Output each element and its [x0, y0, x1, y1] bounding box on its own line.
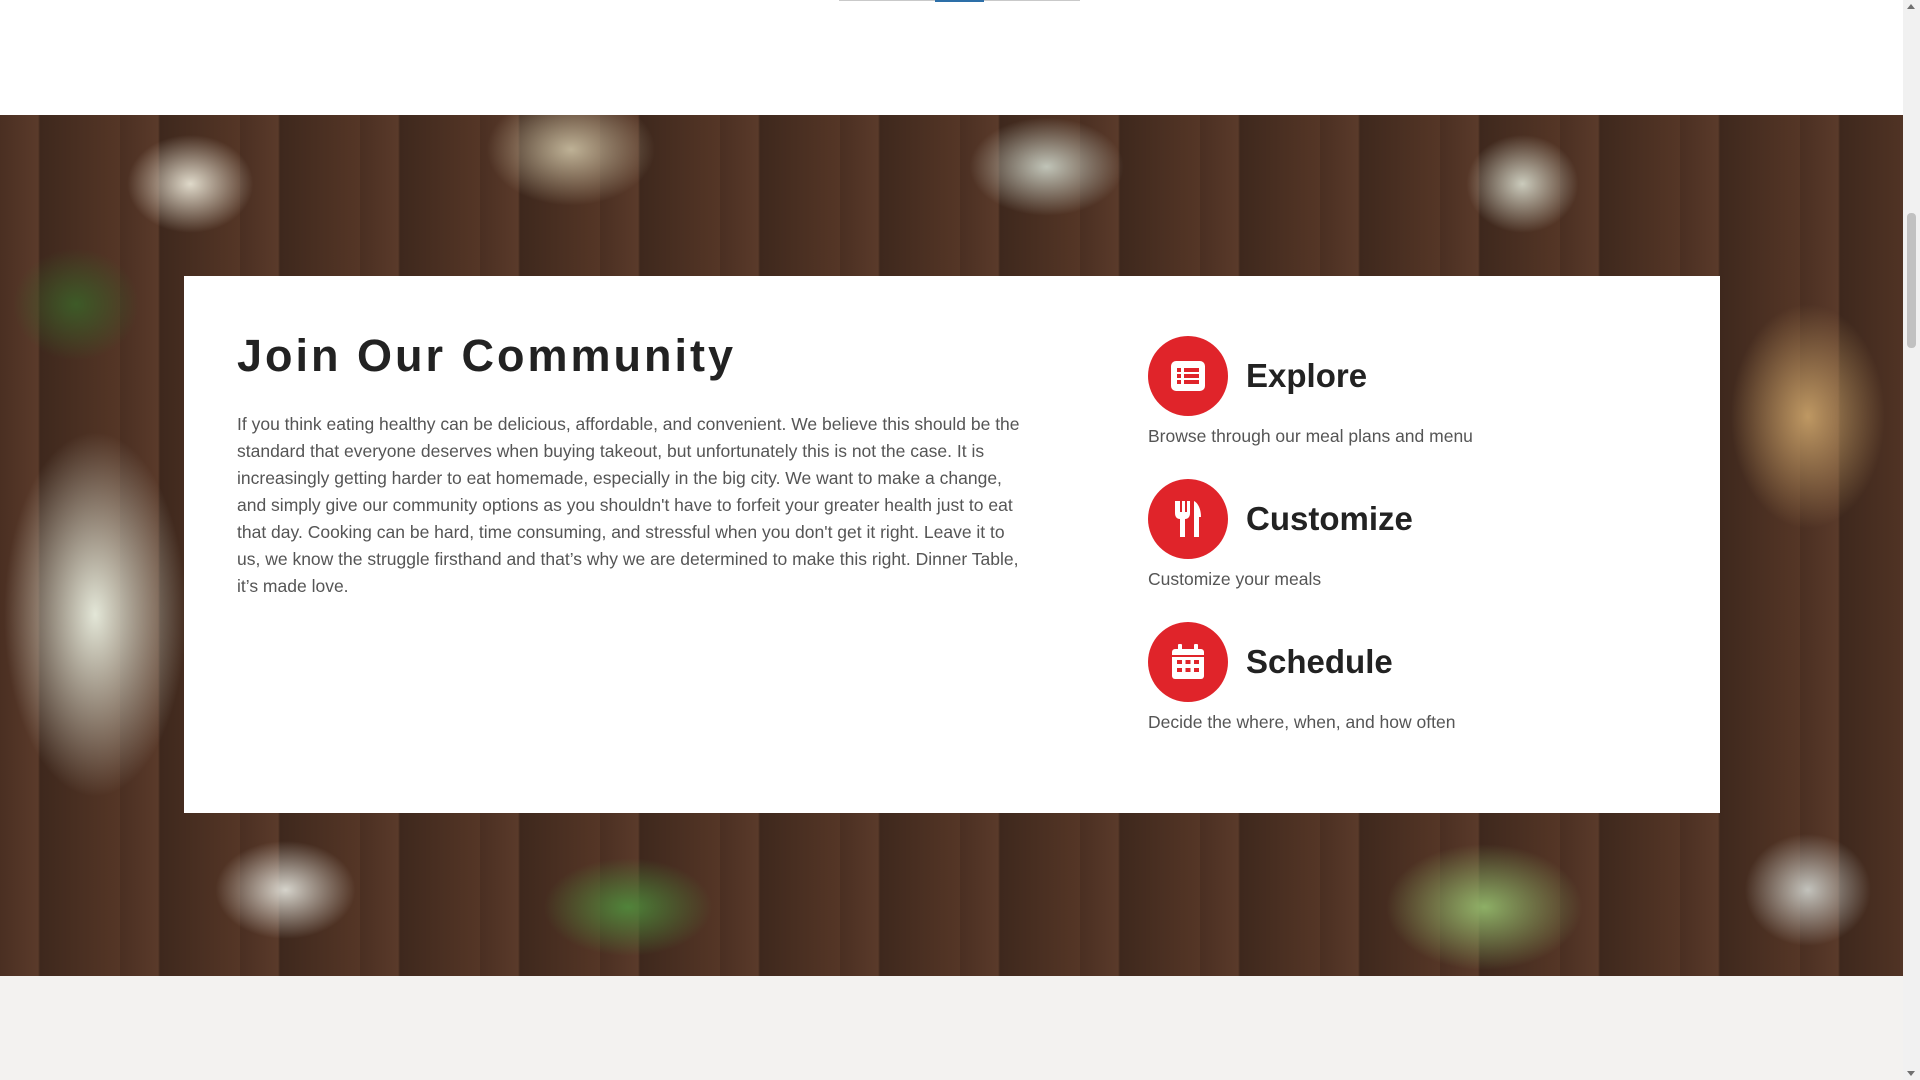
community-title: Join Our Community — [237, 330, 737, 381]
top-section — [0, 0, 1903, 115]
page-scrollbar[interactable] — [1903, 0, 1920, 1080]
utensils-icon — [1148, 479, 1228, 559]
community-description: If you think eating healthy can be delic… — [237, 414, 1020, 596]
feature-description: Decide the where, when, and how often — [1148, 712, 1456, 732]
feature-title: Explore — [1246, 357, 1368, 394]
feature-description: Browse through our meal plans and menu — [1148, 426, 1473, 446]
carousel-indicator-active[interactable] — [935, 0, 984, 2]
community-card: Join Our Community If you think eating h… — [184, 276, 1720, 813]
scrollbar-thumb[interactable] — [1907, 213, 1916, 348]
feature-explore[interactable]: Explore Browse through our meal plans an… — [1148, 336, 1648, 479]
feature-title: Customize — [1246, 500, 1413, 537]
calendar-icon — [1148, 622, 1228, 702]
scroll-up-icon[interactable] — [1907, 4, 1915, 9]
feature-schedule[interactable]: Schedule Decide the where, when, and how… — [1148, 622, 1648, 765]
scroll-down-icon[interactable] — [1907, 1071, 1915, 1076]
feature-description: Customize your meals — [1148, 569, 1322, 589]
feature-customize[interactable]: Customize Customize your meals — [1148, 479, 1648, 622]
feature-title: Schedule — [1246, 643, 1393, 680]
list-icon — [1148, 336, 1228, 416]
page: Join Our Community If you think eating h… — [0, 0, 1920, 1080]
feature-list: Explore Browse through our meal plans an… — [1148, 336, 1648, 765]
